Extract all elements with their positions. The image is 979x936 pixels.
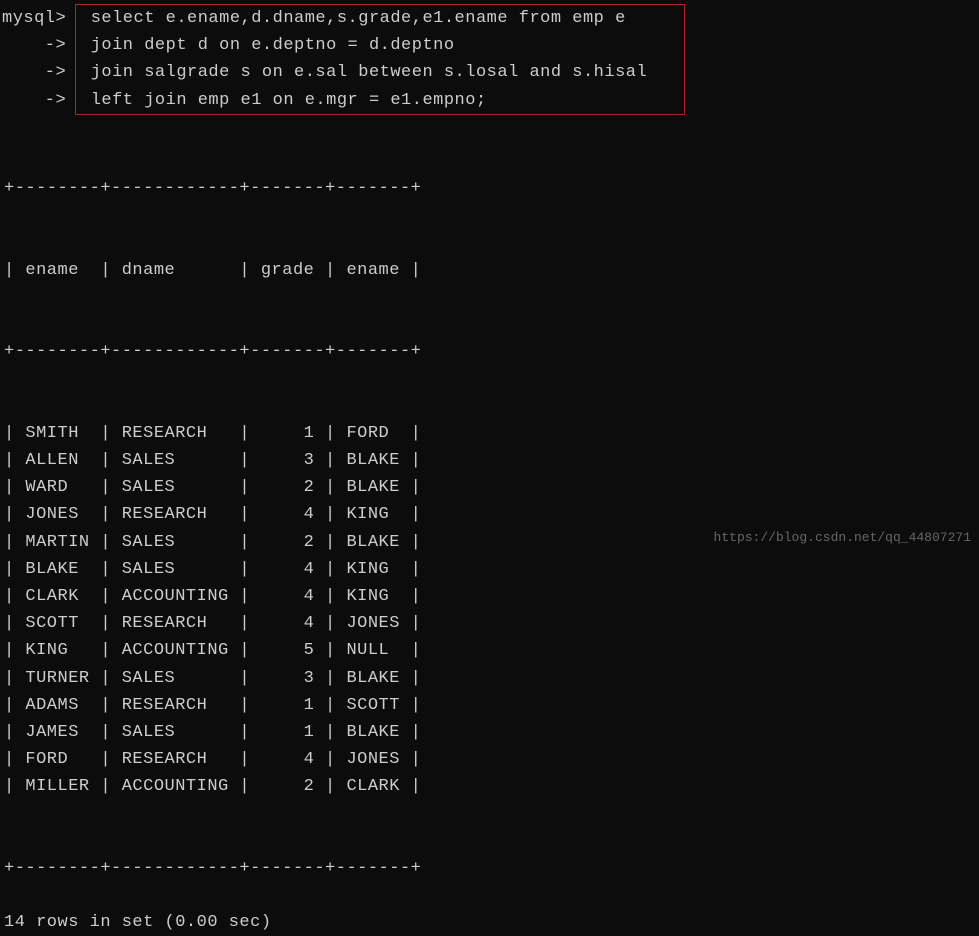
table-row: | ALLEN | SALES | 3 | BLAKE |: [4, 447, 979, 474]
table-row: | JAMES | SALES | 1 | BLAKE |: [4, 719, 979, 746]
table-top-border: +--------+------------+-------+-------+: [4, 175, 979, 202]
sql-line-2: -> join dept d on e.deptno = d.deptno: [80, 32, 680, 59]
sql-line-3: -> join salgrade s on e.sal between s.lo…: [80, 59, 680, 86]
mysql-prompt: mysql>: [2, 5, 66, 32]
result-table: +--------+------------+-------+-------+ …: [0, 121, 979, 909]
table-bottom-border: +--------+------------+-------+-------+: [4, 855, 979, 882]
table-row: | WARD | SALES | 2 | BLAKE |: [4, 474, 979, 501]
continuation-prompt: ->: [2, 87, 66, 114]
table-row: | TURNER | SALES | 3 | BLAKE |: [4, 665, 979, 692]
continuation-prompt: ->: [2, 59, 66, 86]
table-row: | FORD | RESEARCH | 4 | JONES |: [4, 746, 979, 773]
table-row: | ADAMS | RESEARCH | 1 | SCOTT |: [4, 692, 979, 719]
sql-line-4: -> left join emp e1 on e.mgr = e1.empno;: [80, 87, 680, 114]
continuation-prompt: ->: [2, 32, 66, 59]
table-row: | MILLER | ACCOUNTING | 2 | CLARK |: [4, 773, 979, 800]
table-row: | CLARK | ACCOUNTING | 4 | KING |: [4, 583, 979, 610]
sql-text-4: left join emp e1 on e.mgr = e1.empno;: [80, 87, 487, 114]
table-row: | SMITH | RESEARCH | 1 | FORD |: [4, 420, 979, 447]
table-row: | JONES | RESEARCH | 4 | KING |: [4, 501, 979, 528]
sql-text-2: join dept d on e.deptno = d.deptno: [80, 32, 455, 59]
table-header: | ename | dname | grade | ename |: [4, 257, 979, 284]
sql-line-1: mysql> select e.ename,d.dname,s.grade,e1…: [80, 5, 680, 32]
table-row: | KING | ACCOUNTING | 5 | NULL |: [4, 637, 979, 664]
status-message: 14 rows in set (0.00 sec): [0, 909, 979, 936]
table-row: | SCOTT | RESEARCH | 4 | JONES |: [4, 610, 979, 637]
sql-text-3: join salgrade s on e.sal between s.losal…: [80, 59, 647, 86]
table-header-border: +--------+------------+-------+-------+: [4, 338, 979, 365]
watermark-text: https://blog.csdn.net/qq_44807271: [714, 528, 971, 549]
sql-text-1: select e.ename,d.dname,s.grade,e1.ename …: [80, 5, 626, 32]
sql-query-box: mysql> select e.ename,d.dname,s.grade,e1…: [75, 4, 685, 115]
